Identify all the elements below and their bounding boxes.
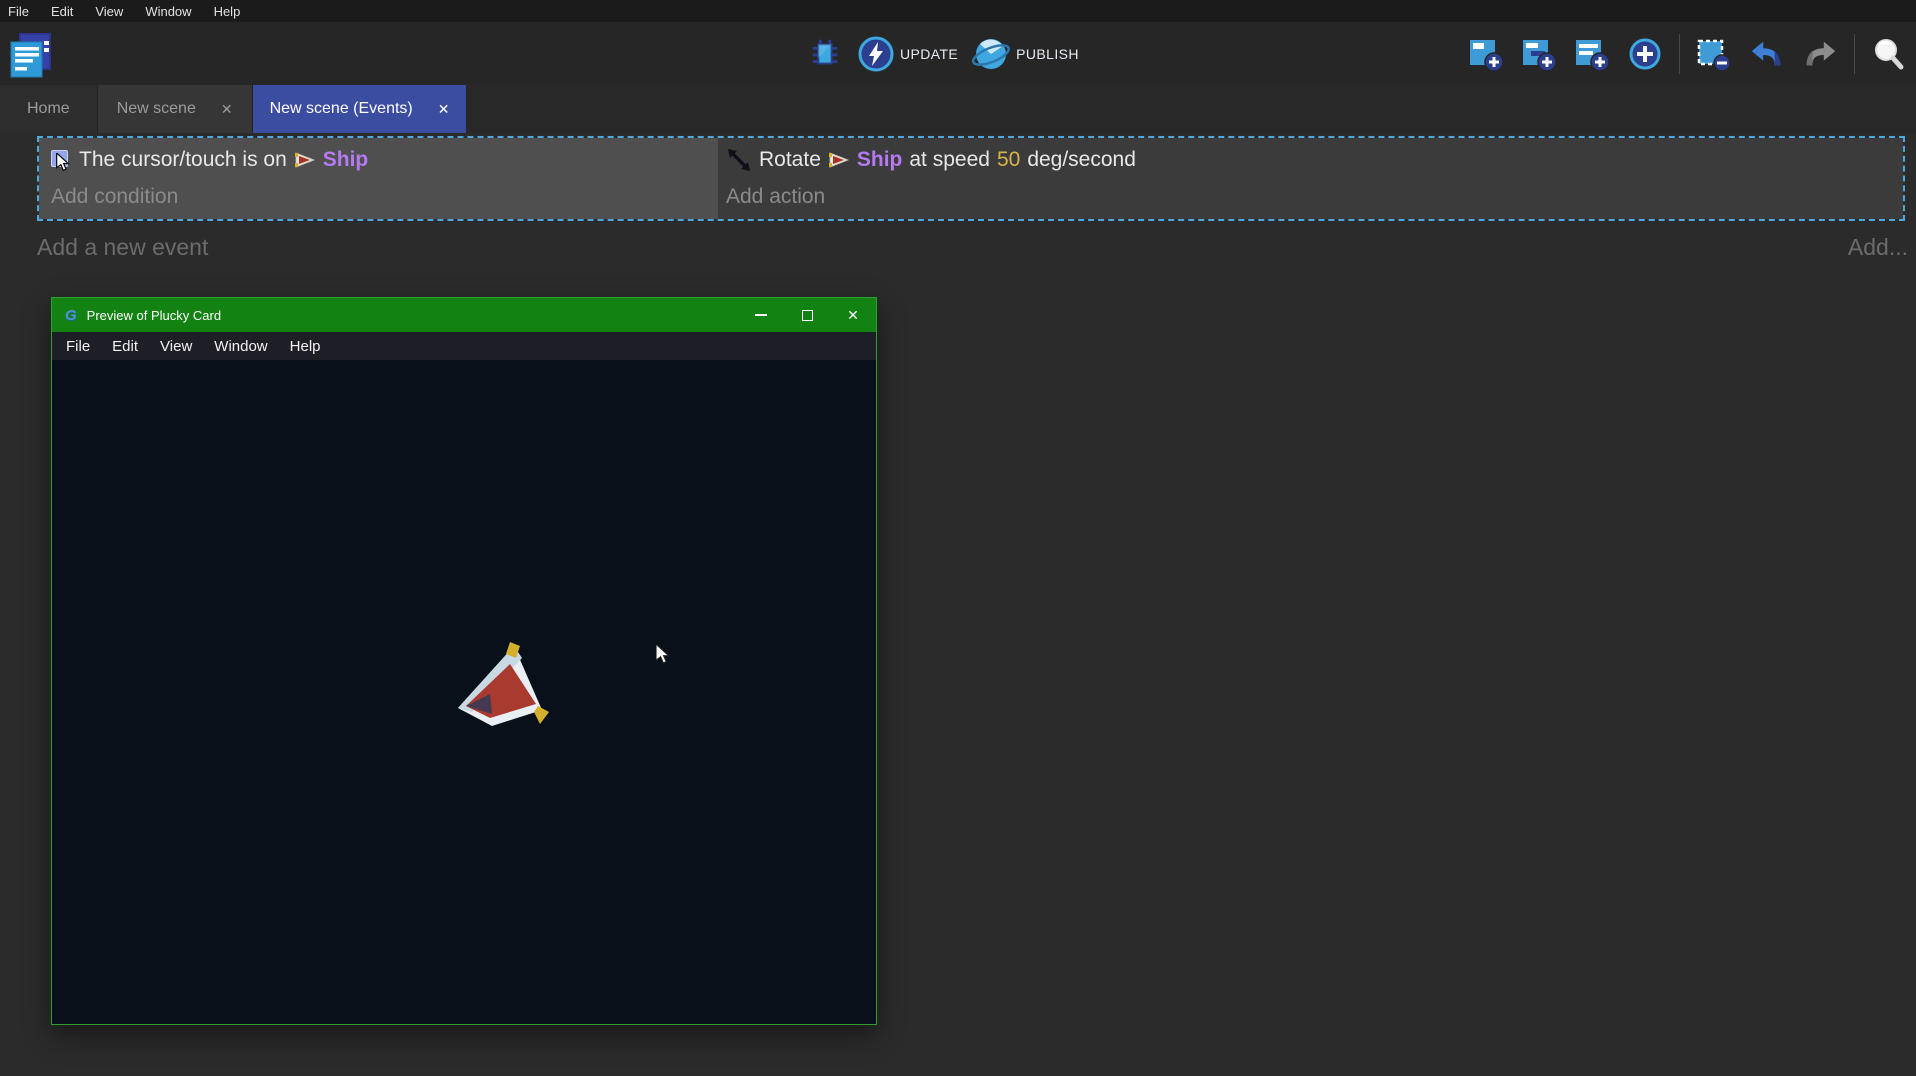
preview-title-bar[interactable]: G Preview of Plucky Card ✕ <box>52 298 876 332</box>
publish-label: PUBLISH <box>1016 46 1079 62</box>
toolbar-center-group: UPDATE PUBLISH <box>806 22 1079 85</box>
ship-object-icon <box>294 149 316 171</box>
rotate-icon <box>726 147 752 173</box>
publish-button[interactable]: PUBLISH <box>970 34 1079 74</box>
menu-window[interactable]: Window <box>145 4 202 19</box>
preview-window-title: Preview of Plucky Card <box>87 308 221 323</box>
action-object-name: Ship <box>857 148 903 172</box>
condition-text: The cursor/touch is on <box>79 148 287 172</box>
cursor-on-object-icon <box>51 150 72 171</box>
menu-help[interactable]: Help <box>214 4 252 19</box>
menu-edit[interactable]: Edit <box>51 4 84 19</box>
add-new-event-button[interactable]: Add a new event <box>37 234 208 261</box>
tab-new-scene-events[interactable]: New scene (Events) ✕ <box>253 85 467 133</box>
undo-icon[interactable] <box>1748 35 1786 73</box>
main-toolbar: UPDATE PUBLISH <box>0 22 1916 85</box>
tab-new-scene-label: New scene <box>117 100 196 118</box>
tab-new-scene[interactable]: New scene ✕ <box>98 85 253 133</box>
tab-new-scene-events-label: New scene (Events) <box>270 100 413 118</box>
update-label: UPDATE <box>900 46 958 62</box>
add-subevent-icon[interactable] <box>1520 35 1558 73</box>
close-icon[interactable]: ✕ <box>438 102 450 116</box>
event-row-selected[interactable]: The cursor/touch is on Ship Add conditio… <box>37 136 1905 221</box>
preview-menu-file[interactable]: File <box>58 338 98 355</box>
action-connector: at speed <box>909 148 990 172</box>
toolbar-right-group <box>1467 22 1908 85</box>
maximize-icon <box>802 310 813 321</box>
minimize-button[interactable] <box>738 298 784 332</box>
gdevelop-logo-icon: G <box>65 307 77 324</box>
add-action-button[interactable]: Add action <box>726 179 1903 215</box>
search-icon[interactable] <box>1870 35 1908 73</box>
preview-menu-edit[interactable]: Edit <box>104 338 146 355</box>
debug-icon[interactable] <box>806 35 844 73</box>
preview-menu-view[interactable]: View <box>152 338 200 355</box>
toolbar-divider <box>1679 34 1680 74</box>
maximize-button[interactable] <box>784 298 830 332</box>
events-sheet-icon <box>8 33 52 84</box>
actions-column: Rotate Ship at speed 50 deg/second Add a… <box>718 138 1903 219</box>
add-more-button[interactable]: Add... <box>1848 234 1908 261</box>
action-unit: deg/second <box>1027 148 1136 172</box>
preview-menu-help[interactable]: Help <box>282 338 329 355</box>
menu-view[interactable]: View <box>95 4 134 19</box>
tab-bar: Home New scene ✕ New scene (Events) ✕ <box>0 85 1916 133</box>
tab-home-label: Home <box>27 100 70 118</box>
add-condition-button[interactable]: Add condition <box>51 179 718 215</box>
preview-menu-bar: File Edit View Window Help <box>52 332 876 360</box>
ship-object-icon <box>828 149 850 171</box>
preview-window: G Preview of Plucky Card ✕ File Edit Vie… <box>51 297 877 1025</box>
close-button[interactable]: ✕ <box>830 298 876 332</box>
action-row[interactable]: Rotate Ship at speed 50 deg/second <box>726 141 1903 179</box>
action-value: 50 <box>997 148 1020 172</box>
minimize-icon <box>755 314 767 316</box>
add-comment-icon[interactable] <box>1573 35 1611 73</box>
update-button[interactable]: UPDATE <box>856 34 958 74</box>
window-controls: ✕ <box>738 298 876 332</box>
action-verb: Rotate <box>759 148 821 172</box>
conditions-column: The cursor/touch is on Ship Add conditio… <box>39 138 718 219</box>
events-sheet: The cursor/touch is on Ship Add conditio… <box>0 133 1916 1076</box>
tab-home[interactable]: Home <box>0 85 98 133</box>
mouse-cursor <box>656 644 671 665</box>
preview-menu-window[interactable]: Window <box>206 338 275 355</box>
close-icon[interactable]: ✕ <box>221 102 233 116</box>
redo-icon[interactable] <box>1801 35 1839 73</box>
menu-file[interactable]: File <box>8 4 40 19</box>
toolbar-divider <box>1854 34 1855 74</box>
condition-object-name: Ship <box>323 148 369 172</box>
publish-icon <box>970 34 1012 74</box>
condition-row[interactable]: The cursor/touch is on Ship <box>51 141 718 179</box>
ship-sprite <box>452 632 552 732</box>
remove-selection-icon[interactable] <box>1695 35 1733 73</box>
choose-add-event-icon[interactable] <box>1626 35 1664 73</box>
update-icon <box>856 34 896 74</box>
game-canvas[interactable] <box>52 360 876 1024</box>
app-menu-bar: File Edit View Window Help <box>0 0 1916 22</box>
add-event-icon[interactable] <box>1467 35 1505 73</box>
add-new-event-row: Add a new event Add... <box>37 234 1908 261</box>
